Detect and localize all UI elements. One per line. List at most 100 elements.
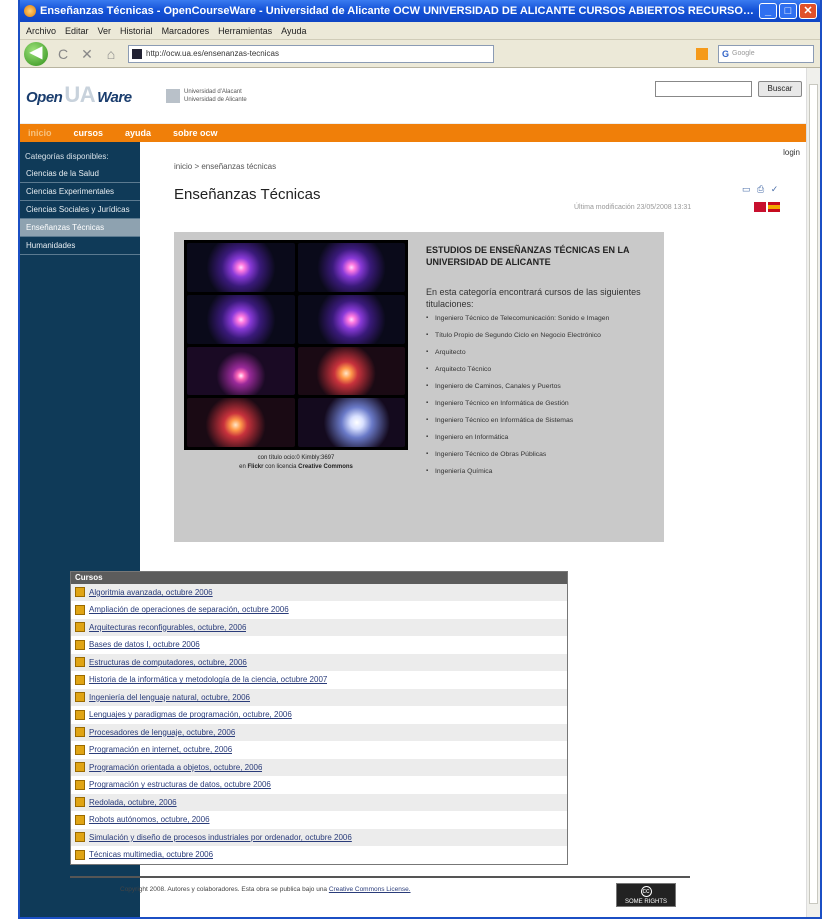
scrollbar-thumb[interactable] — [809, 84, 818, 904]
sidebar-heading: Categorías disponibles: — [25, 152, 109, 161]
course-folder-icon — [75, 744, 85, 755]
course-row[interactable]: Arquitecturas reconfigurables, octubre, … — [71, 619, 567, 637]
maximize-button[interactable]: □ — [779, 3, 797, 19]
course-row[interactable]: Programación orientada a objetos, octubr… — [71, 759, 567, 777]
opencourseware-logo[interactable]: OpenUA Ware — [26, 82, 132, 108]
degree-item: Ingeniero Técnico en Informática de Gest… — [426, 399, 658, 408]
university-logo[interactable]: Universidad d'Alacant Universidad de Ali… — [166, 88, 247, 104]
stop-button[interactable]: ✕ — [78, 45, 96, 63]
page-scrollbar[interactable] — [806, 68, 820, 917]
course-row[interactable]: Programación y estructuras de datos, oct… — [71, 777, 567, 794]
search-button[interactable]: Buscar — [758, 81, 802, 97]
course-link[interactable]: Historia de la informática y metodología… — [89, 675, 327, 684]
nav-sobre-ocw[interactable]: sobre ocw — [173, 128, 218, 138]
degree-item: Ingeniería Química — [426, 467, 658, 476]
course-link[interactable]: Procesadores de lenguaje, octubre, 2006 — [89, 728, 235, 737]
plasma-tile — [297, 398, 405, 447]
login-link[interactable]: login — [783, 148, 800, 157]
course-row[interactable]: Robots autónomos, octubre, 2006 — [71, 812, 567, 829]
menu-ayuda[interactable]: Ayuda — [281, 26, 306, 36]
course-link[interactable]: Estructuras de computadores, octubre, 20… — [89, 658, 247, 667]
course-link[interactable]: Bases de datos I, octubre 2006 — [89, 640, 200, 649]
spanish-flag-icon[interactable] — [768, 202, 780, 212]
home-button[interactable]: ⌂ — [102, 45, 120, 63]
course-row[interactable]: Bases de datos I, octubre 2006 — [71, 637, 567, 654]
feature-heading: ESTUDIOS DE ENSEÑANZAS TÉCNICAS EN LA UN… — [426, 245, 630, 267]
course-folder-icon — [75, 814, 85, 825]
course-row[interactable]: Redolada, octubre, 2006 — [71, 794, 567, 812]
course-folder-icon — [75, 657, 85, 668]
menu-editar[interactable]: Editar — [65, 26, 89, 36]
breadcrumb[interactable]: inicio > enseñanzas técnicas — [174, 162, 276, 171]
course-link[interactable]: Programación en internet, octubre, 2006 — [89, 745, 232, 754]
window-title: Enseñanzas Técnicas - OpenCourseWare - U… — [40, 5, 757, 17]
creative-commons-badge[interactable]: cc SOME RIGHTS RESERVED — [616, 883, 676, 915]
sidebar-item-ensenanzas-tecnicas[interactable]: Enseñanzas Técnicas — [20, 219, 140, 237]
course-link[interactable]: Algoritmia avanzada, octubre 2006 — [89, 588, 213, 597]
course-link[interactable]: Simulación y diseño de procesos industri… — [89, 833, 352, 842]
course-link[interactable]: Redolada, octubre, 2006 — [89, 798, 177, 807]
menu-archivo[interactable]: Archivo — [26, 26, 56, 36]
course-link[interactable]: Ampliación de operaciones de separación,… — [89, 605, 289, 614]
cc-label: SOME RIGHTS RESERVED — [624, 899, 667, 915]
minimize-button[interactable]: _ — [759, 3, 777, 19]
course-row[interactable]: Ampliación de operaciones de separación,… — [71, 602, 567, 619]
address-bar[interactable]: http://ocw.ua.es/ensenanzas-tecnicas — [128, 44, 494, 63]
navigation-toolbar: ◀ C ✕ ⌂ http://ocw.ua.es/ensenanzas-tecn… — [20, 40, 820, 68]
sidebar-item-ciencias-experimentales[interactable]: Ciencias Experimentales — [20, 183, 140, 201]
university-name-spanish: Universidad de Alicante — [184, 97, 247, 103]
plasma-tile — [187, 398, 295, 447]
course-link[interactable]: Arquitecturas reconfigurables, octubre, … — [89, 623, 246, 632]
course-link[interactable]: Lenguajes y paradigmas de programación, … — [89, 710, 292, 719]
course-link[interactable]: Programación orientada a objetos, octubr… — [89, 763, 262, 772]
site-search-input[interactable] — [655, 81, 752, 97]
course-row[interactable]: Lenguajes y paradigmas de programación, … — [71, 707, 567, 724]
back-button[interactable]: ◀ — [24, 41, 48, 66]
nav-inicio[interactable]: inicio — [28, 128, 52, 138]
close-button[interactable]: ✕ — [799, 3, 817, 19]
site-header: OpenUA Ware Universidad d'Alacant Univers… — [20, 68, 808, 124]
plasma-tile — [297, 294, 405, 344]
course-link[interactable]: Robots autónomos, octubre, 2006 — [89, 815, 210, 824]
nav-ayuda[interactable]: ayuda — [125, 128, 151, 138]
last-modified: Última modificación 23/05/2008 13:31 — [574, 204, 692, 211]
cc-license-link[interactable]: Creative Commons License. — [329, 886, 411, 893]
sidebar-item-humanidades[interactable]: Humanidades — [20, 237, 140, 255]
course-folder-icon — [75, 587, 85, 598]
menu-ver[interactable]: Ver — [98, 26, 112, 36]
valencian-flag-icon[interactable] — [754, 202, 766, 212]
course-folder-icon — [75, 832, 85, 843]
menu-marcadores[interactable]: Marcadores — [162, 26, 210, 36]
degree-item: Ingeniero Técnico de Telecomunicación: S… — [426, 314, 658, 323]
menu-historial[interactable]: Historial — [120, 26, 153, 36]
web-search-input[interactable]: G Google — [718, 44, 814, 63]
course-row[interactable]: Procesadores de lenguaje, octubre, 2006 — [71, 724, 567, 742]
course-link[interactable]: Técnicas multimedia, octubre 2006 — [89, 850, 213, 859]
course-link[interactable]: Programación y estructuras de datos, oct… — [89, 780, 271, 789]
creative-commons-link[interactable]: Creative Commons — [298, 464, 353, 470]
course-row[interactable]: Técnicas multimedia, octubre 2006 — [71, 847, 567, 864]
title-bar: Enseñanzas Técnicas - OpenCourseWare - U… — [20, 0, 820, 22]
footer-text: Copyright 2008. Autores y colaboradores.… — [120, 886, 329, 893]
course-link[interactable]: Ingeniería del lenguaje natural, octubre… — [89, 693, 250, 702]
cc-icon: cc — [640, 886, 652, 897]
course-folder-icon — [75, 674, 85, 685]
course-row[interactable]: Simulación y diseño de procesos industri… — [71, 829, 567, 847]
nav-cursos[interactable]: cursos — [74, 128, 104, 138]
page-tools-icons[interactable]: ▭ ⎙ ✓ — [742, 184, 780, 195]
menu-herramientas[interactable]: Herramientas — [218, 26, 272, 36]
course-row[interactable]: Ingeniería del lenguaje natural, octubre… — [71, 689, 567, 707]
course-row[interactable]: Estructuras de computadores, octubre, 20… — [71, 654, 567, 672]
sidebar-item-ciencias-salud[interactable]: Ciencias de la Salud — [20, 165, 140, 183]
sidebar-item-ciencias-sociales[interactable]: Ciencias Sociales y Jurídicas — [20, 201, 140, 219]
course-row[interactable]: Algoritmia avanzada, octubre 2006 — [71, 584, 567, 602]
flickr-link[interactable]: Flickr — [247, 464, 263, 470]
courses-heading: Cursos — [71, 572, 567, 584]
course-row[interactable]: Historia de la informática y metodología… — [71, 672, 567, 689]
rss-icon[interactable] — [696, 47, 708, 60]
browser-window: Enseñanzas Técnicas - OpenCourseWare - U… — [18, 0, 822, 919]
firefox-icon — [24, 5, 36, 17]
course-row[interactable]: Programación en internet, octubre, 2006 — [71, 742, 567, 759]
footer-divider — [70, 876, 690, 878]
reload-button[interactable]: C — [54, 45, 72, 63]
